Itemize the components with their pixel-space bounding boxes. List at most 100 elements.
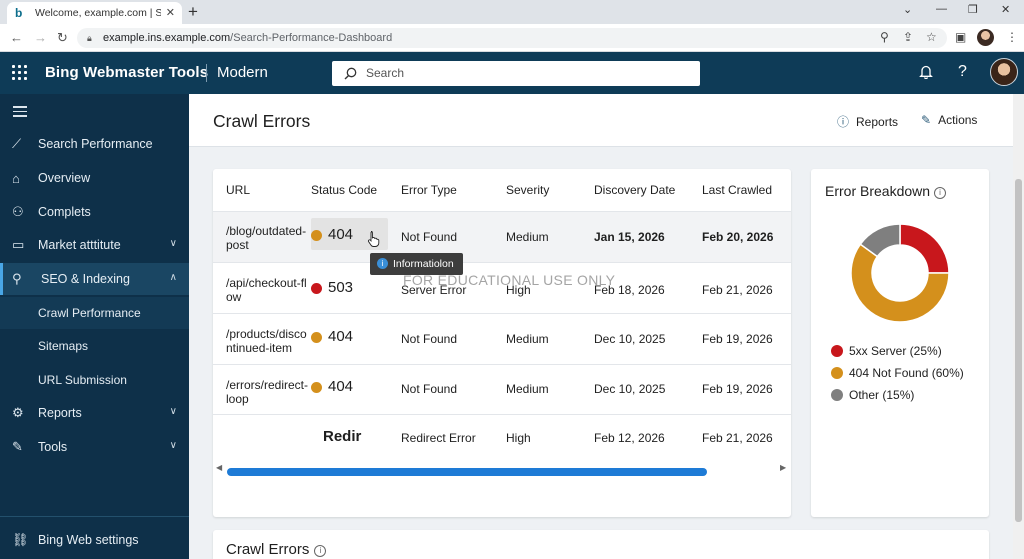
info-icon[interactable]: i bbox=[314, 545, 327, 557]
side-panel-icon[interactable]: ▣ bbox=[955, 30, 966, 44]
sidebar-item-bing-web-settings[interactable]: ⛓ Bing Web settings bbox=[0, 524, 189, 556]
hamburger-menu-icon[interactable] bbox=[13, 106, 27, 120]
browser-tab[interactable]: b Welcome, example.com | Search ✕ bbox=[7, 2, 182, 24]
sidebar-item-label: Market atttitute bbox=[38, 238, 121, 252]
sidebar-item-tools[interactable]: ✎ Tools ∨ bbox=[0, 431, 189, 463]
severity-cell: Medium bbox=[506, 332, 549, 346]
tab-search-icon[interactable]: ⌄ bbox=[903, 3, 912, 16]
last-crawled-cell: Feb 19, 2026 bbox=[702, 382, 773, 396]
status-code-cell[interactable]: Redir bbox=[323, 429, 361, 444]
back-icon[interactable]: ← bbox=[10, 30, 23, 45]
donut-slice-5xx[interactable] bbox=[899, 223, 950, 274]
scroll-track bbox=[227, 465, 779, 476]
error-breakdown-title-text: Error Breakdown bbox=[825, 183, 931, 199]
column-header-last-crawled[interactable]: Last Crawled bbox=[702, 183, 772, 197]
sidebar-item-label: Complets bbox=[38, 205, 91, 219]
sidebar-item-overview[interactable]: ⌂ Overview bbox=[0, 162, 189, 194]
table-row[interactable]: /errors/redirect-loop 404 Not Found Medi… bbox=[213, 364, 791, 414]
page-scroll-thumb[interactable] bbox=[1015, 179, 1022, 522]
crawl-errors-section-title: Crawl Errors i bbox=[226, 541, 327, 558]
url-cell[interactable]: /blog/outdated-post bbox=[226, 224, 308, 252]
sidebar-item-search-performance[interactable]: ⟋ Search Performance bbox=[0, 128, 189, 160]
wrench-icon: ✎ bbox=[12, 439, 23, 454]
legend-swatch bbox=[831, 345, 843, 357]
search-input[interactable]: Search bbox=[332, 61, 700, 86]
status-code-cell[interactable]: 503 bbox=[311, 279, 354, 296]
users-icon: ⚇ bbox=[12, 204, 24, 219]
legend-item-5xx[interactable]: 5xx Server (25%) bbox=[831, 344, 942, 358]
sidebar-item-label: Bing Web settings bbox=[38, 533, 139, 547]
scroll-thumb[interactable] bbox=[227, 468, 708, 476]
link-icon: ⛓ bbox=[12, 532, 29, 547]
scroll-right-icon[interactable]: ▶ bbox=[780, 463, 786, 472]
error-breakdown-donut[interactable] bbox=[850, 223, 950, 323]
address-field[interactable]: 🔒︎ example.ins.example.com/Search-Perform… bbox=[77, 28, 947, 48]
sidebar-item-market-attitude[interactable]: ▭ Market atttitute ∨ bbox=[0, 229, 189, 261]
search-icon: ⚲ bbox=[12, 271, 22, 286]
discovery-date-cell: Jan 15, 2026 bbox=[594, 230, 665, 244]
url-cell[interactable]: /products/discontinued-item bbox=[226, 327, 308, 355]
close-window-icon[interactable]: ✕ bbox=[1001, 3, 1010, 16]
bookmark-star-icon[interactable]: ☆ bbox=[926, 30, 937, 44]
legend-item-404[interactable]: 404 Not Found (60%) bbox=[831, 366, 964, 380]
table-horizontal-scrollbar[interactable]: ◀ ▶ bbox=[213, 462, 791, 476]
hand-cursor-icon bbox=[367, 231, 380, 247]
browser-menu-icon[interactable]: ⋮ bbox=[1006, 30, 1018, 44]
column-header-status-code[interactable]: Status Code bbox=[311, 183, 377, 197]
sidebar-subitem-crawl-performance[interactable]: Crawl Performance bbox=[0, 297, 189, 329]
table-row[interactable]: Redir Redirect Error High Feb 12, 2026 F… bbox=[213, 414, 791, 462]
sidebar-subitem-sitemaps[interactable]: Sitemaps bbox=[0, 330, 189, 362]
reload-icon[interactable]: ↻ bbox=[57, 30, 68, 46]
app-brand[interactable]: Bing Webmaster Tools bbox=[45, 64, 208, 81]
sidebar-item-label: SEO & Indexing bbox=[41, 272, 130, 286]
status-code: 404 bbox=[328, 226, 354, 243]
column-header-error-type[interactable]: Error Type bbox=[401, 183, 457, 197]
error-type-cell: Redirect Error bbox=[401, 431, 476, 445]
discovery-date-cell: Dec 10, 2025 bbox=[594, 382, 666, 396]
restore-icon[interactable]: ❐ bbox=[968, 3, 978, 16]
status-code: 503 bbox=[328, 279, 354, 296]
info-icon: i bbox=[377, 258, 388, 269]
new-tab-icon[interactable]: + bbox=[188, 2, 198, 22]
table-row[interactable]: /products/discontinued-item 404 Not Foun… bbox=[213, 313, 791, 364]
status-code-cell[interactable]: 404 bbox=[311, 378, 354, 395]
column-header-severity[interactable]: Severity bbox=[506, 183, 549, 197]
app-mode-label: Modern bbox=[217, 64, 268, 81]
page-vertical-scrollbar[interactable] bbox=[1013, 94, 1024, 559]
actions-button[interactable]: ✎ Actions bbox=[921, 113, 977, 127]
monitor-icon: ▭ bbox=[12, 237, 25, 252]
notifications-bell-icon[interactable] bbox=[919, 64, 933, 83]
status-dot bbox=[311, 282, 322, 294]
close-tab-icon[interactable]: ✕ bbox=[166, 6, 175, 19]
browser-profile-avatar[interactable] bbox=[977, 29, 994, 46]
status-code-cell[interactable]: 404 bbox=[311, 226, 354, 243]
url-cell[interactable]: /api/checkout-flow bbox=[226, 276, 308, 304]
share-icon[interactable]: ⇪ bbox=[903, 30, 913, 44]
sidebar-item-reports[interactable]: ⚙ Reports ∨ bbox=[0, 397, 189, 429]
column-header-url[interactable]: URL bbox=[226, 183, 250, 197]
legend-item-other[interactable]: Other (15%) bbox=[831, 388, 914, 402]
status-dot bbox=[311, 331, 322, 343]
minimize-icon[interactable]: — bbox=[936, 3, 947, 15]
status-dot bbox=[311, 381, 322, 393]
sidebar-subitem-url-submission[interactable]: URL Submission bbox=[0, 364, 189, 396]
sidebar-item-label: Overview bbox=[38, 171, 91, 185]
chevron-up-icon: ∧ bbox=[169, 272, 177, 283]
reports-button[interactable]: ⓘ Reports bbox=[837, 113, 898, 130]
table-row[interactable]: /blog/outdated-post 404 Not Found Medium… bbox=[213, 211, 791, 262]
status-code: 404 bbox=[328, 378, 354, 395]
sidebar-item-seo-indexing[interactable]: ⚲ SEO & Indexing ∧ bbox=[0, 263, 189, 295]
url-path: /Search-Performance-Dashboard bbox=[230, 32, 393, 44]
status-code-cell[interactable]: 404 bbox=[311, 329, 353, 344]
column-header-discovery-date[interactable]: Discovery Date bbox=[594, 183, 675, 197]
sidebar-item-complets[interactable]: ⚇ Complets bbox=[0, 196, 189, 228]
app-launcher-icon[interactable] bbox=[12, 65, 27, 80]
scroll-left-icon[interactable]: ◀ bbox=[216, 463, 222, 472]
crawl-errors-section-title-text: Crawl Errors bbox=[226, 541, 310, 558]
forward-icon[interactable]: → bbox=[34, 30, 47, 45]
help-icon[interactable]: ? bbox=[958, 63, 967, 81]
url-cell[interactable]: /errors/redirect-loop bbox=[226, 378, 308, 406]
zoom-icon[interactable]: ⚲ bbox=[880, 30, 889, 44]
user-avatar[interactable] bbox=[990, 58, 1018, 86]
info-icon[interactable]: i bbox=[934, 187, 947, 199]
